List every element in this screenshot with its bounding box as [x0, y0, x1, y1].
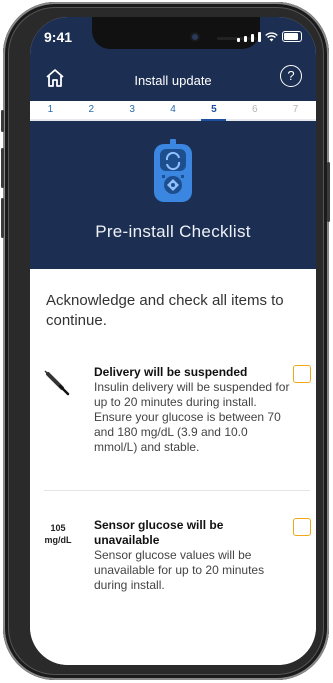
status-icons — [237, 31, 302, 42]
item-description: Sensor glucose values will be unavailabl… — [94, 548, 265, 592]
mute-switch — [1, 110, 4, 132]
divider — [44, 490, 310, 491]
signal-bar — [244, 36, 247, 42]
hero-banner: Pre-install Checklist — [30, 121, 316, 269]
insulin-pen-icon — [44, 370, 70, 396]
status-time: 9:41 — [44, 29, 73, 45]
glucose-unit: mg/dL — [44, 535, 72, 545]
signal-bar — [251, 34, 254, 42]
step-1: 1 — [47, 104, 54, 115]
signal-icon — [237, 38, 240, 42]
step-7: 7 — [292, 104, 299, 115]
phone-frame: 9:41 Install update ? 1 2 3 4 5 6 7 Pre-… — [1, 2, 330, 680]
item-title: Sensor glucose will be unavailable — [94, 518, 224, 547]
glucose-value: 105 — [50, 523, 66, 533]
signal-bar — [258, 32, 261, 42]
instructions-text: Acknowledge and check all items to conti… — [46, 292, 284, 329]
step-4: 4 — [170, 104, 176, 115]
step-indicator: 1 2 3 4 5 6 7 — [30, 101, 316, 121]
volume-down-button — [1, 198, 4, 238]
volume-up-button — [1, 148, 4, 188]
title-bar: Install update ? — [30, 59, 316, 91]
camera — [192, 34, 198, 40]
step-3: 3 — [129, 104, 135, 115]
battery-icon — [282, 31, 302, 42]
pump-device-icon — [154, 139, 192, 202]
screen: 9:41 Install update ? 1 2 3 4 5 6 7 Pre-… — [30, 17, 316, 665]
step-6: 6 — [251, 104, 258, 115]
item-title: Delivery will be suspended — [94, 365, 248, 379]
item-description: Insulin delivery will be suspended for u… — [94, 380, 290, 454]
wifi-icon — [265, 32, 278, 42]
power-button — [327, 162, 330, 222]
checklist-content: Acknowledge and check all items to conti… — [30, 269, 316, 665]
help-icon[interactable]: ? — [280, 65, 302, 87]
step-5: 5 — [193, 101, 234, 121]
page-title: Install update — [134, 73, 212, 88]
delivery-suspended-checkbox[interactable] — [293, 365, 311, 383]
step-2: 2 — [88, 104, 95, 115]
checklist-title: Pre-install Checklist — [95, 222, 251, 241]
notch — [92, 17, 260, 49]
sensor-unavailable-checkbox[interactable] — [293, 518, 311, 536]
